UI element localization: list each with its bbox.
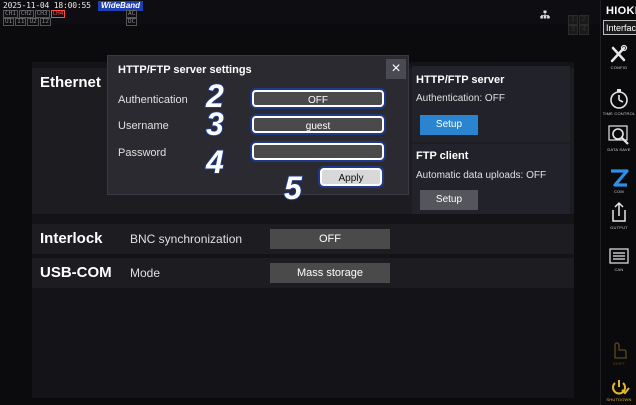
username-field[interactable]: guest bbox=[252, 116, 384, 133]
bnc-sync-value-button[interactable]: OFF bbox=[270, 229, 390, 249]
http-ftp-server-title: HTTP/FTP server bbox=[416, 74, 505, 86]
ac-badge: AC bbox=[126, 10, 138, 18]
sidebar-label: CONFIG bbox=[610, 65, 628, 70]
data-save-button[interactable]: DATA SAVE bbox=[602, 124, 636, 152]
network-icon bbox=[540, 10, 550, 19]
dialog-title: HTTP/FTP server settings bbox=[118, 64, 252, 76]
usb-mode-value-button[interactable]: Mass storage bbox=[270, 263, 390, 283]
ftp-client-setup-button[interactable]: Setup bbox=[420, 190, 478, 210]
channel-badge: CH2 bbox=[18, 10, 34, 18]
http-ftp-settings-dialog: HTTP/FTP server settings × Authenticatio… bbox=[108, 56, 408, 194]
sidebar-label: SHUTDOWN bbox=[606, 397, 632, 402]
sidebar-label: DATA SAVE bbox=[607, 147, 631, 152]
interlock-section: Interlock BNC synchronization OFF bbox=[32, 224, 574, 254]
http-ftp-server-card: HTTP/FTP server Authentication: OFF Setu… bbox=[412, 66, 570, 142]
channel-badge: I2 bbox=[39, 18, 51, 26]
shutdown-button[interactable]: SHUTDOWN bbox=[602, 378, 636, 402]
time-control-button[interactable]: TIME CONTROL bbox=[602, 88, 636, 116]
channel-badge: U2 bbox=[27, 18, 39, 26]
brand-logo: HIOKI bbox=[606, 5, 636, 17]
sidebar-label: COM bbox=[614, 189, 624, 194]
authentication-field[interactable]: OFF bbox=[252, 90, 384, 107]
tools-icon bbox=[610, 44, 628, 63]
channel-badge: I1 bbox=[15, 18, 27, 26]
http-ftp-server-status: Authentication: OFF bbox=[416, 93, 505, 104]
ethernet-label: Ethernet bbox=[40, 74, 101, 91]
usb-mode-label: Mode bbox=[130, 266, 161, 280]
interface-button[interactable]: Interface bbox=[603, 20, 636, 35]
channel-row-2: U1 I1 U2 I2 bbox=[3, 18, 52, 26]
channel-number: 3 bbox=[568, 25, 578, 35]
output-icon bbox=[612, 201, 626, 222]
hand-icon bbox=[614, 342, 627, 359]
sidebar-label: OUTPUT bbox=[610, 225, 628, 230]
channel-number-indicators: 1 23 4 bbox=[568, 15, 600, 35]
screen: 2025-11-04 18:00:55 WideBand CH1 CH2 CH3 CH… bbox=[0, 0, 636, 405]
can-icon bbox=[609, 248, 629, 264]
channel-number: 1 bbox=[568, 15, 578, 25]
callout-number: 5 bbox=[283, 170, 303, 206]
datetime: 2025-11-04 18:00:55 bbox=[3, 1, 91, 10]
magnifier-icon bbox=[608, 125, 629, 145]
com-button[interactable]: COM bbox=[602, 168, 636, 194]
channel-row-1: CH1 CH2 CH3 CH4 bbox=[3, 10, 66, 18]
sidebar-label: CAN bbox=[614, 267, 624, 272]
authentication-label: Authentication bbox=[118, 94, 188, 106]
channel-badge: U1 bbox=[3, 18, 15, 26]
interlock-label: Interlock bbox=[40, 230, 103, 247]
usb-com-section: USB-COM Mode Mass storage bbox=[32, 258, 574, 288]
password-label: Password bbox=[118, 147, 167, 159]
status-bar: 2025-11-04 18:00:55 WideBand CH1 CH2 CH3 CH… bbox=[0, 0, 600, 35]
usb-com-label: USB-COM bbox=[40, 264, 112, 281]
apply-button[interactable]: Apply bbox=[320, 168, 382, 186]
http-ftp-server-setup-button[interactable]: Setup bbox=[420, 115, 478, 135]
channel-number: 4 bbox=[579, 25, 589, 35]
can-button[interactable]: CAN bbox=[602, 246, 636, 272]
config-button[interactable]: CONFIG bbox=[602, 44, 636, 70]
stopwatch-icon bbox=[610, 89, 628, 109]
close-button[interactable]: × bbox=[386, 59, 406, 79]
dc-badge: DC bbox=[126, 18, 138, 26]
channel-badge: CH1 bbox=[3, 10, 18, 18]
ftp-client-status: Automatic data uploads: OFF bbox=[416, 170, 547, 181]
channel-badge: CH4 bbox=[50, 10, 66, 18]
ftp-client-title: FTP client bbox=[416, 150, 469, 162]
sidebar-label: TIME CONTROL bbox=[602, 111, 636, 116]
password-field[interactable] bbox=[252, 143, 384, 160]
channel-number: 2 bbox=[579, 15, 589, 25]
sidebar-label: SHIFT bbox=[612, 361, 626, 366]
ftp-client-card: FTP client Automatic data uploads: OFF S… bbox=[412, 144, 570, 214]
callout-number: 3 bbox=[205, 106, 225, 142]
dc-indicator: DC bbox=[126, 18, 138, 26]
ac-indicator: AC bbox=[126, 10, 138, 18]
com-icon bbox=[611, 169, 629, 187]
callout-number: 4 bbox=[205, 144, 225, 180]
output-button[interactable]: OUTPUT bbox=[602, 200, 636, 230]
channel-badge: CH3 bbox=[34, 10, 50, 18]
shift-button[interactable]: SHIFT bbox=[602, 340, 636, 366]
bnc-sync-label: BNC synchronization bbox=[130, 232, 243, 246]
power-icon bbox=[612, 380, 630, 395]
username-label: Username bbox=[118, 120, 169, 132]
